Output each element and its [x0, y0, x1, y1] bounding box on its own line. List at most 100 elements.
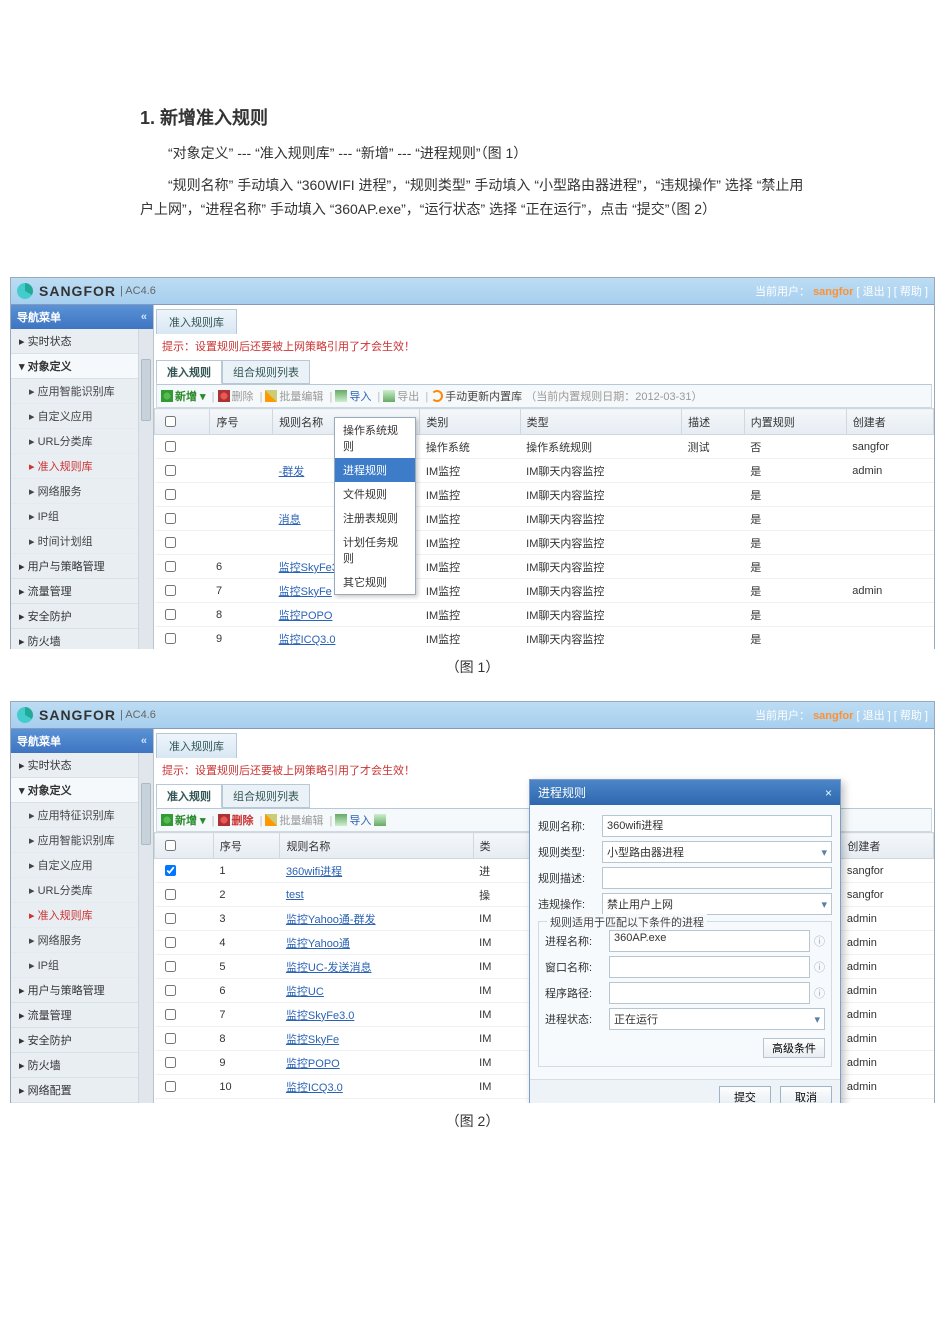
process-name-input[interactable]: 360AP.exe: [609, 930, 810, 952]
col-header[interactable]: 创建者: [841, 833, 934, 859]
rule-link[interactable]: 监控SkyFe: [279, 586, 332, 598]
sidebar-item[interactable]: ▸ 防火墙: [11, 629, 153, 649]
row-checkbox[interactable]: [165, 1009, 176, 1020]
table-row[interactable]: IM监控IM聊天内容监控是: [155, 483, 934, 507]
row-checkbox[interactable]: [165, 937, 176, 948]
row-checkbox[interactable]: [165, 537, 176, 548]
help-link[interactable]: [ 帮助 ]: [894, 286, 928, 298]
program-path-input[interactable]: [609, 982, 810, 1004]
window-name-input[interactable]: [609, 956, 810, 978]
table-row[interactable]: -群发IM监控IM聊天内容监控是admin: [155, 459, 934, 483]
row-checkbox[interactable]: [165, 961, 176, 972]
rule-link[interactable]: 监控SkyFe: [286, 1034, 339, 1046]
dropdown-item[interactable]: 进程规则: [335, 458, 415, 482]
col-header[interactable]: [155, 409, 210, 435]
sidebar-item-object-define[interactable]: ▾ 对象定义: [11, 778, 153, 803]
rule-link[interactable]: 消息: [279, 514, 301, 526]
sidebar-item[interactable]: ▸ 防火墙: [11, 1053, 153, 1078]
sidebar-item[interactable]: ▸ 安全防护: [11, 604, 153, 629]
table-row[interactable]: 7监控SkyFeIM监控IM聊天内容监控是admin: [155, 579, 934, 603]
table-row[interactable]: 9监控ICQ3.0IM监控IM聊天内容监控是: [155, 627, 934, 650]
row-checkbox[interactable]: [165, 513, 176, 524]
sidebar-subitem[interactable]: ▸ IP组: [11, 953, 153, 978]
sidebar-scrollbar[interactable]: [138, 329, 153, 649]
row-checkbox[interactable]: [165, 985, 176, 996]
table-row[interactable]: 8监控POPOIM监控IM聊天内容监控是: [155, 603, 934, 627]
rule-link[interactable]: 监控UC-发送消息: [286, 962, 372, 974]
add-button[interactable]: 新增 ▾: [175, 391, 206, 403]
sidebar-subitem[interactable]: ▸ 网络服务: [11, 479, 153, 504]
delete-button[interactable]: 删除: [232, 815, 254, 827]
table-row[interactable]: 消息IM监控IM聊天内容监控是: [155, 507, 934, 531]
dialog-header[interactable]: 进程规则 ×: [530, 780, 840, 805]
sidebar-subitem[interactable]: ▸ 自定义应用: [11, 404, 153, 429]
sidebar-item[interactable]: ▸ 流量管理: [11, 1003, 153, 1028]
row-checkbox[interactable]: [165, 1057, 176, 1068]
info-icon[interactable]: ⓘ: [814, 959, 825, 975]
sidebar-subitem[interactable]: ▸ URL分类库: [11, 429, 153, 454]
sidebar-item[interactable]: ▸ 实时状态: [11, 329, 153, 354]
sidebar-scrollbar[interactable]: [138, 753, 153, 1103]
subtab-combo[interactable]: 组合规则列表: [222, 360, 310, 384]
import-button[interactable]: 导入: [349, 391, 371, 403]
sidebar-item[interactable]: ▸ 用户与策略管理: [11, 554, 153, 579]
info-icon[interactable]: ⓘ: [814, 933, 825, 949]
row-checkbox[interactable]: [165, 865, 176, 876]
sidebar-subitem[interactable]: ▸ 应用智能识别库: [11, 828, 153, 853]
col-header[interactable]: 序号: [210, 409, 273, 435]
delete-button[interactable]: 删除: [232, 391, 254, 403]
collapse-icon[interactable]: «: [141, 735, 147, 747]
table-row[interactable]: 操作系统操作系统规则测试否sangfor: [155, 435, 934, 459]
row-checkbox[interactable]: [165, 465, 176, 476]
refresh-button[interactable]: 手动更新内置库: [445, 391, 522, 403]
subtab-combo[interactable]: 组合规则列表: [222, 784, 310, 808]
sidebar-subitem[interactable]: ▸ URL分类库: [11, 878, 153, 903]
col-header[interactable]: 内置规则: [744, 409, 846, 435]
sidebar-item[interactable]: ▸ 网络配置: [11, 1078, 153, 1103]
sidebar-subitem[interactable]: ▸ 应用智能识别库: [11, 379, 153, 404]
dropdown-item[interactable]: 其它规则: [335, 570, 415, 594]
sidebar-item[interactable]: ▸ 用户与策略管理: [11, 978, 153, 1003]
col-header[interactable]: 描述: [682, 409, 745, 435]
rule-link[interactable]: 监控ICQ3.0: [279, 634, 336, 646]
dropdown-item[interactable]: 文件规则: [335, 482, 415, 506]
rule-name-input[interactable]: 360wifi进程: [602, 815, 832, 837]
process-state-select[interactable]: 正在运行▾: [609, 1008, 825, 1030]
subtab-rules[interactable]: 准入规则: [156, 360, 222, 384]
row-checkbox[interactable]: [165, 489, 176, 500]
close-icon[interactable]: ×: [825, 786, 832, 800]
advanced-button[interactable]: 高级条件: [763, 1038, 825, 1058]
rule-type-select[interactable]: 小型路由器进程▾: [602, 841, 832, 863]
sidebar-item-object-define[interactable]: ▾ 对象定义: [11, 354, 153, 379]
rule-link[interactable]: 360wifi进程: [286, 866, 342, 878]
rule-link[interactable]: 监控POPO: [286, 1058, 340, 1070]
cancel-button[interactable]: 取消: [780, 1086, 832, 1103]
page-tab[interactable]: 准入规则库: [156, 733, 237, 758]
sidebar-item[interactable]: ▸ 安全防护: [11, 1028, 153, 1053]
sidebar-item[interactable]: ▸ 流量管理: [11, 579, 153, 604]
info-icon[interactable]: ⓘ: [814, 985, 825, 1001]
batch-edit-button[interactable]: 批量编辑: [279, 815, 323, 827]
violation-select[interactable]: 禁止用户上网▾: [602, 893, 832, 915]
rule-link[interactable]: -群发: [279, 466, 305, 478]
table-row[interactable]: 6监控SkyFe3.0IM监控IM聊天内容监控是: [155, 555, 934, 579]
sidebar-subitem[interactable]: ▸ 应用特征识别库: [11, 803, 153, 828]
sidebar-subitem[interactable]: ▸ 准入规则库: [11, 903, 153, 928]
col-header[interactable]: 规则名称: [280, 833, 473, 859]
row-checkbox[interactable]: [165, 1081, 176, 1092]
row-checkbox[interactable]: [165, 889, 176, 900]
sidebar-subitem[interactable]: ▸ 自定义应用: [11, 853, 153, 878]
row-checkbox[interactable]: [165, 633, 176, 644]
logout-link[interactable]: [ 退出 ]: [856, 286, 890, 298]
export-button[interactable]: 导出: [397, 391, 419, 403]
dropdown-item[interactable]: 注册表规则: [335, 506, 415, 530]
rule-link[interactable]: 监控Yahoo通-群发: [286, 914, 376, 926]
table-row[interactable]: IM监控IM聊天内容监控是: [155, 531, 934, 555]
sidebar-subitem[interactable]: ▸ IP组: [11, 504, 153, 529]
submit-button[interactable]: 提交: [719, 1086, 771, 1103]
rule-link[interactable]: 监控UC: [286, 986, 324, 998]
col-header[interactable]: 创建者: [846, 409, 933, 435]
dropdown-item[interactable]: 计划任务规则: [335, 530, 415, 570]
col-header[interactable]: 序号: [213, 833, 280, 859]
collapse-icon[interactable]: «: [141, 311, 147, 323]
